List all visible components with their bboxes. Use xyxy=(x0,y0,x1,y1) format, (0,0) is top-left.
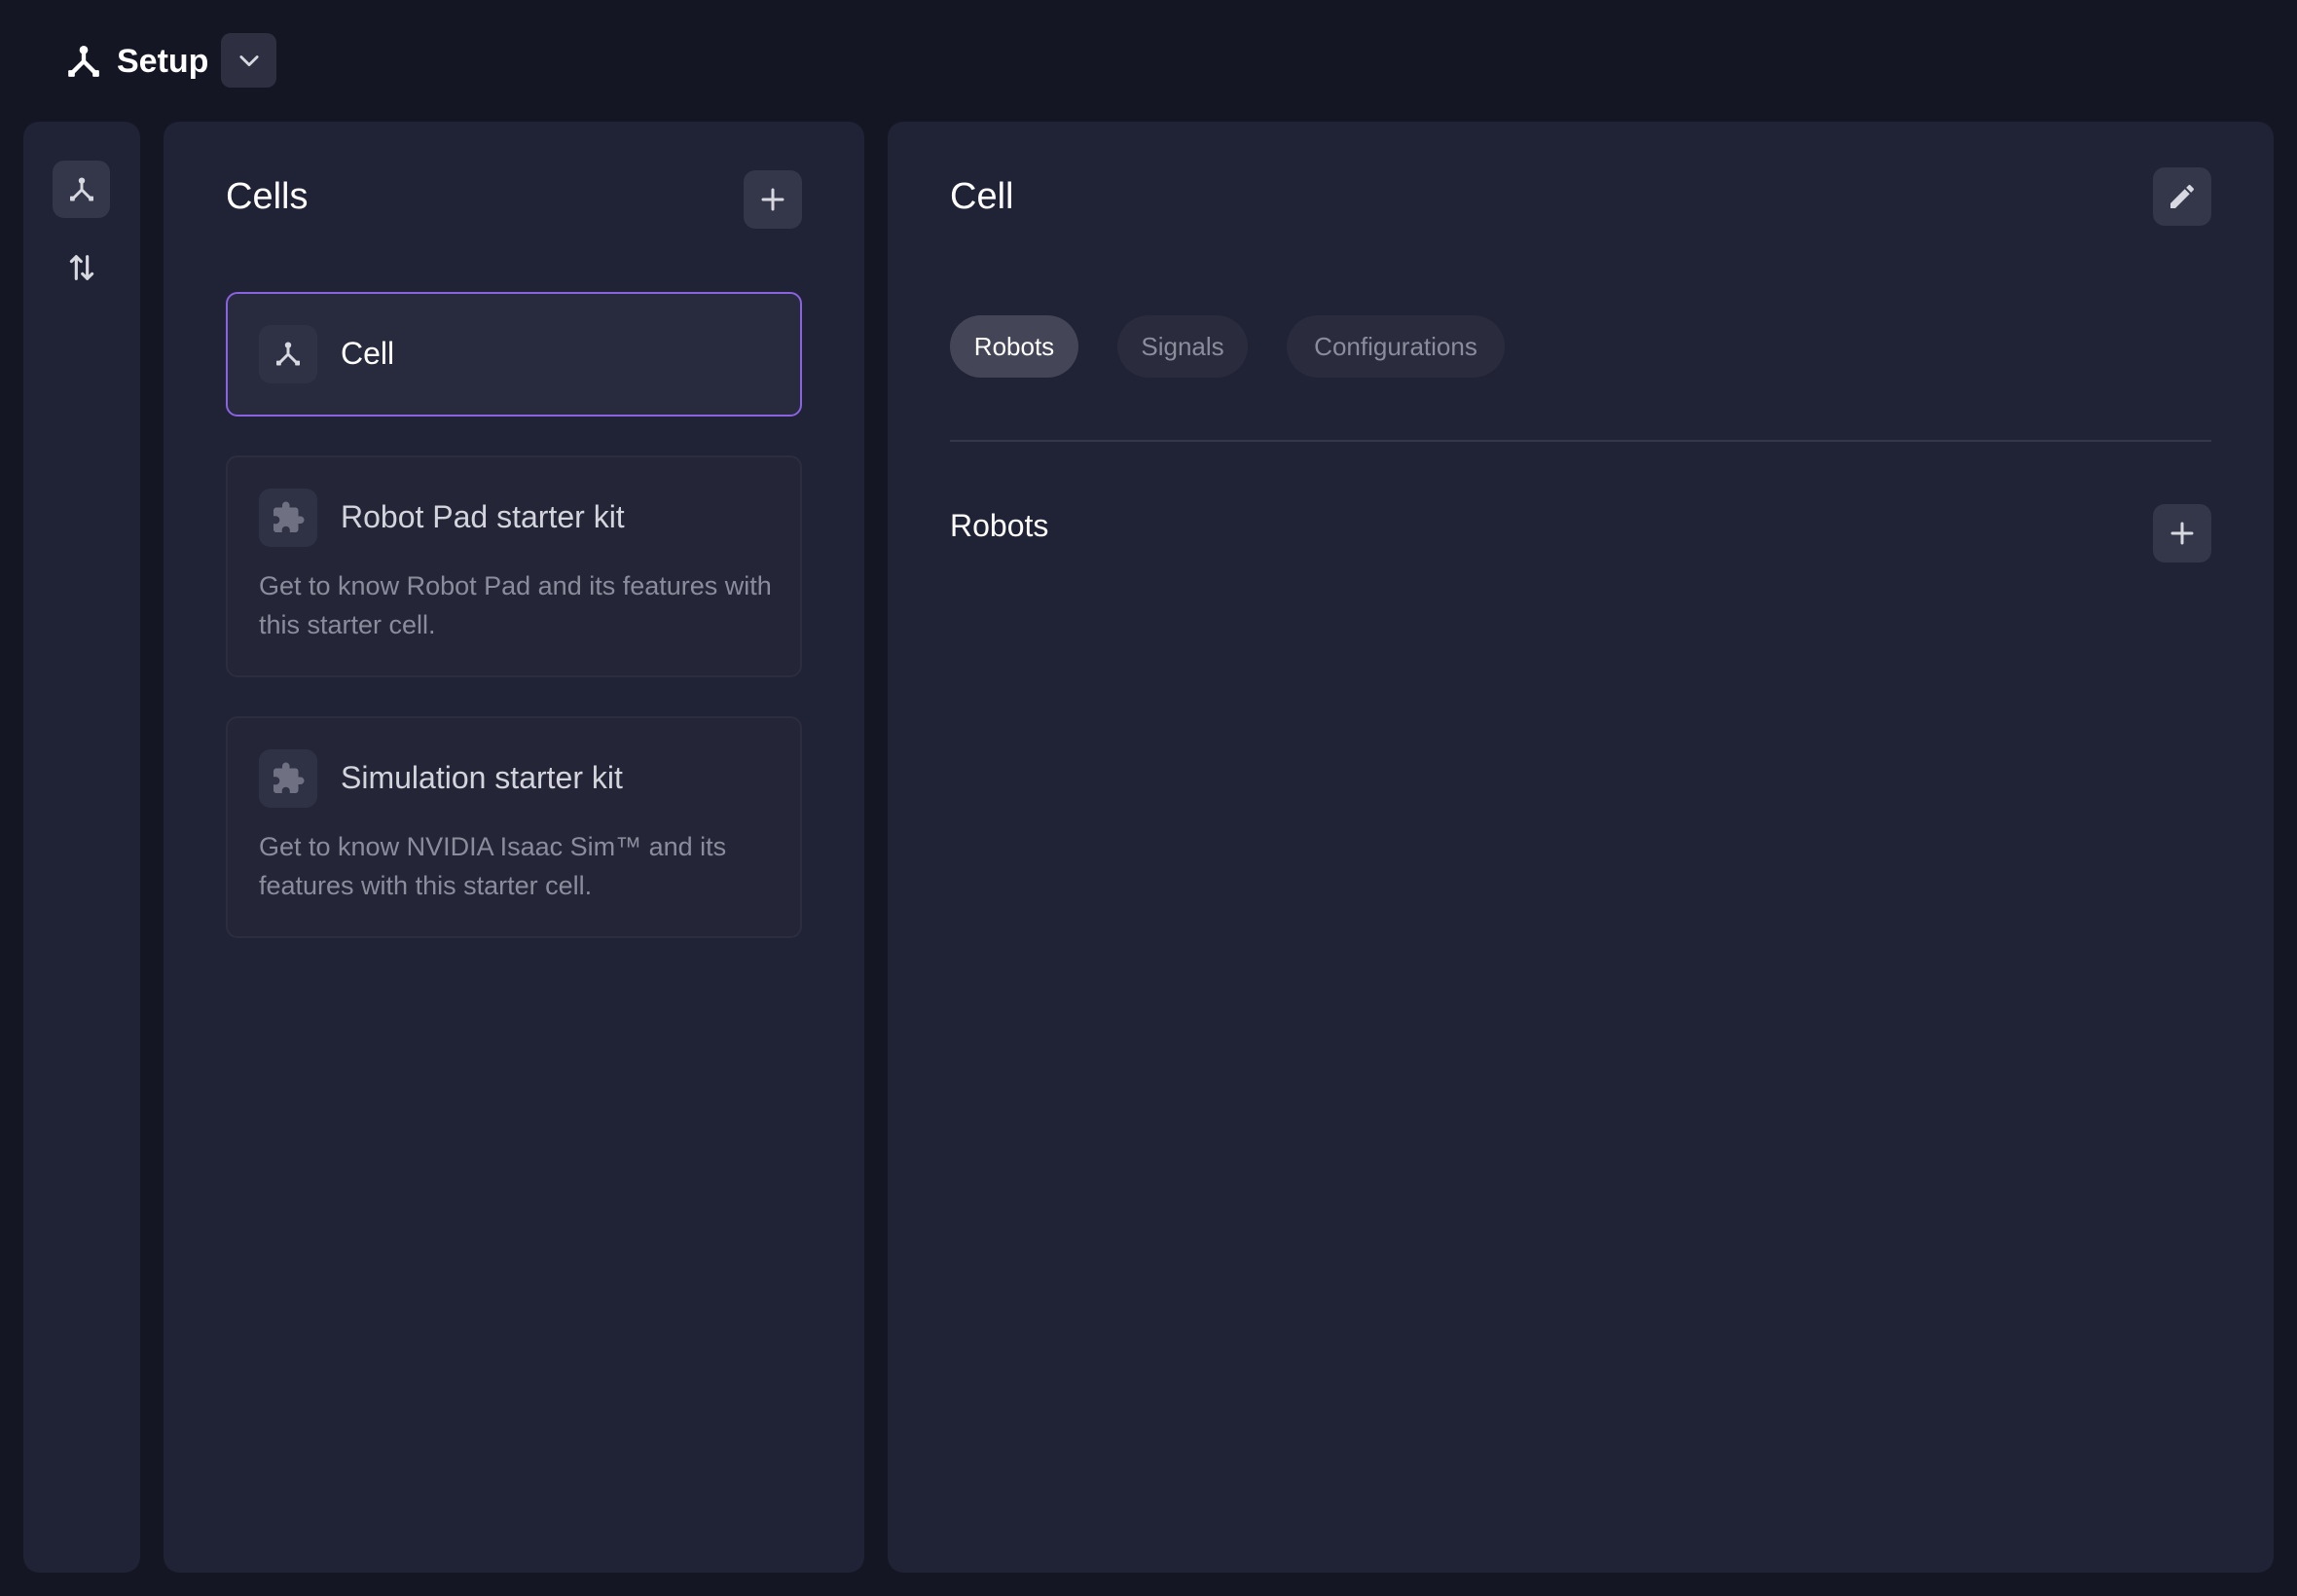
cell-detail-panel: Cell Robots Signals Configurations Robot… xyxy=(888,122,2274,1573)
cell-detail-title: Cell xyxy=(950,176,1014,217)
robots-section-title: Robots xyxy=(950,508,1049,543)
add-robot-button[interactable] xyxy=(2153,504,2211,562)
card-icon xyxy=(259,489,317,547)
cells-panel-title: Cells xyxy=(226,176,309,217)
cell-card-robot-pad-starter-kit[interactable]: Robot Pad starter kit Get to know Robot … xyxy=(226,455,802,677)
app-title: Setup xyxy=(64,37,208,86)
tab-signals[interactable]: Signals xyxy=(1117,315,1248,378)
edit-cell-button[interactable] xyxy=(2153,167,2211,226)
card-title: Robot Pad starter kit xyxy=(341,499,625,534)
tab-configurations[interactable]: Configurations xyxy=(1287,315,1505,378)
chevron-down-icon xyxy=(236,47,263,74)
plus-icon xyxy=(758,185,787,214)
cell-network-icon xyxy=(66,174,97,205)
puzzle-piece-icon xyxy=(271,500,306,535)
add-cell-button[interactable] xyxy=(744,170,802,229)
plus-icon xyxy=(2168,519,2197,548)
app-dropdown-button[interactable] xyxy=(221,33,276,88)
section-divider xyxy=(950,440,2211,442)
cell-network-icon xyxy=(64,42,103,81)
tab-robots[interactable]: Robots xyxy=(950,315,1078,378)
card-title: Simulation starter kit xyxy=(341,760,623,795)
card-title: Cell xyxy=(341,336,395,371)
card-icon xyxy=(259,325,317,383)
pencil-icon xyxy=(2167,181,2198,212)
nav-rail xyxy=(23,122,140,1573)
rail-item-transfer[interactable] xyxy=(53,238,110,296)
card-icon xyxy=(259,749,317,808)
card-description: Get to know Robot Pad and its features w… xyxy=(259,571,772,639)
cell-card-cell[interactable]: Cell xyxy=(226,292,802,417)
top-bar: Setup xyxy=(0,0,2297,122)
card-description: Get to know NVIDIA Isaac Sim™ and its fe… xyxy=(259,832,727,900)
cell-card-simulation-starter-kit[interactable]: Simulation starter kit Get to know NVIDI… xyxy=(226,716,802,938)
cell-network-icon xyxy=(273,339,304,370)
cells-panel: Cells Cell Robot Pad starter kit Get to … xyxy=(164,122,864,1573)
puzzle-piece-icon xyxy=(271,761,306,796)
transfer-arrows-icon xyxy=(65,251,98,284)
app-title-text: Setup xyxy=(117,42,209,80)
rail-item-cells[interactable] xyxy=(53,161,110,218)
